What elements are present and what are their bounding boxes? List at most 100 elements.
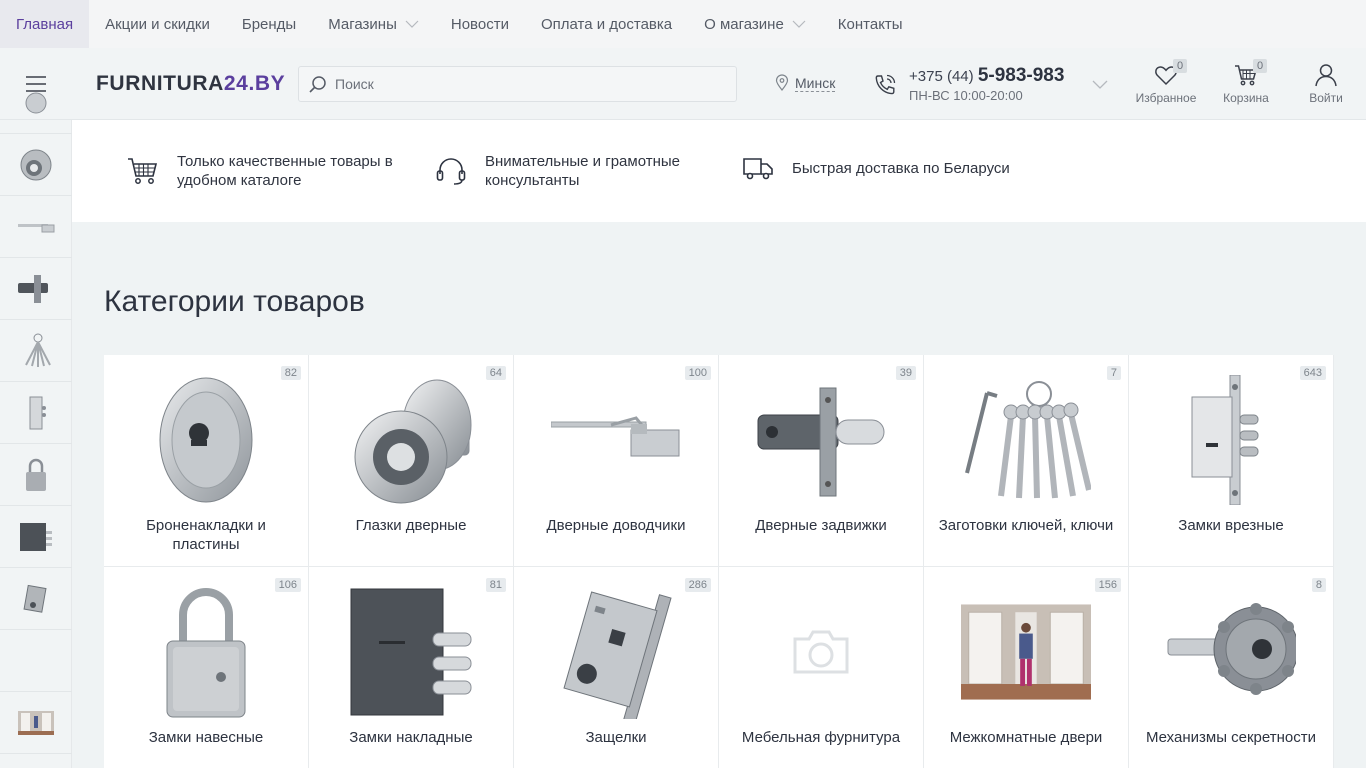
user-icon — [1315, 64, 1337, 87]
category-name: Замки навесные — [148, 729, 264, 746]
category-count: 8 — [1311, 578, 1326, 592]
door-bolt-icon — [756, 373, 886, 507]
door-viewer-icon — [25, 92, 47, 113]
keys-icon — [961, 373, 1091, 507]
sidebar-item-door-bolt[interactable] — [0, 258, 72, 320]
search-box — [298, 66, 737, 102]
nav-label: Оплата и доставка — [540, 15, 673, 33]
interior-doors-icon — [18, 710, 54, 735]
category-name: Заготовки ключей, ключи — [938, 517, 1114, 534]
nav-label: Новости — [450, 15, 509, 33]
door-closer-icon — [551, 373, 681, 507]
category-name: Защелки — [585, 729, 647, 746]
nav-label: Бренды — [241, 15, 297, 33]
chevron-down-icon[interactable] — [1090, 74, 1110, 94]
padlock-icon — [26, 458, 46, 491]
category-count: 100 — [684, 366, 711, 380]
nav-label: О магазине — [704, 15, 784, 33]
sidebar-item-padlock[interactable] — [0, 444, 72, 506]
category-name: Глазки дверные — [355, 517, 467, 534]
phone-icon — [875, 74, 896, 95]
city-selector[interactable]: Минск — [773, 74, 836, 92]
nav-item-brands[interactable]: Бренды — [226, 0, 312, 48]
category-card[interactable]: Мебельная фурнитура — [719, 567, 924, 768]
features-strip: Только качественные товары в удобном кат… — [72, 120, 1366, 222]
rim-lock-icon — [346, 585, 476, 719]
login-label: Войти — [1309, 91, 1343, 105]
logo-main: FURNITURA — [96, 72, 224, 95]
category-name: Броненакладки и пластины — [146, 517, 266, 553]
logo-accent: 24.BY — [223, 72, 286, 95]
category-card[interactable]: 64 Глазки дверные — [309, 355, 514, 567]
sidebar-item-door-viewer[interactable] — [0, 134, 72, 196]
sidebar-item-keys[interactable] — [0, 320, 72, 382]
door-closer-icon — [18, 223, 55, 232]
category-card[interactable]: 643 Замки врезные — [1129, 355, 1334, 567]
category-count: 39 — [895, 366, 916, 380]
nav-label: Главная — [16, 15, 74, 33]
nav-item-promotions[interactable]: Акции и скидки — [89, 0, 226, 48]
search-icon[interactable] — [307, 73, 329, 95]
category-name: Замки накладные — [349, 729, 473, 746]
category-card[interactable]: 8 Механизмы секретности — [1129, 567, 1334, 768]
furniture-icon — [16, 641, 56, 681]
category-count: 81 — [485, 578, 506, 592]
search-input[interactable] — [335, 76, 715, 92]
nav-label: Контакты — [837, 15, 903, 33]
sidebar-item-rim-lock[interactable] — [0, 506, 72, 568]
category-card[interactable]: 81 Замки накладные — [309, 567, 514, 768]
headset-icon — [436, 158, 466, 185]
site-header: FURNITURA24.BY Минск +375 (44) 5-983-983… — [0, 48, 1366, 120]
category-name: Дверные задвижки — [755, 517, 887, 534]
nav-item-home[interactable]: Главная — [0, 0, 90, 48]
category-count: 82 — [280, 366, 301, 380]
nav-item-payment-delivery[interactable]: Оплата и доставка — [525, 0, 688, 48]
feature-delivery: Быстрая доставка по Беларуси — [742, 152, 1052, 184]
camera-placeholder-icon — [756, 585, 886, 719]
category-card[interactable]: 100 Дверные доводчики — [514, 355, 719, 567]
category-count: 286 — [684, 578, 711, 592]
cart-button[interactable]: 0 Корзина — [1206, 59, 1286, 108]
nav-label: Акции и скидки — [105, 15, 210, 33]
sidebar-item-furniture[interactable] — [0, 630, 72, 692]
working-hours: ПН-ВС 10:00-20:00 — [909, 88, 1023, 103]
category-card[interactable]: 106 Замки навесные — [104, 567, 309, 768]
nav-item-news[interactable]: Новости — [435, 0, 525, 48]
category-card[interactable]: 39 Дверные задвижки — [719, 355, 924, 567]
city-name: Минск — [795, 74, 836, 92]
sidebar-item-door-closer[interactable] — [0, 196, 72, 258]
category-card[interactable]: 286 Защелки — [514, 567, 719, 768]
category-name: Механизмы секретности — [1146, 729, 1316, 746]
logo[interactable]: FURNITURA24.BY — [96, 72, 285, 96]
category-count: 156 — [1094, 578, 1121, 592]
category-count: 7 — [1106, 366, 1121, 380]
login-button[interactable]: Войти — [1286, 62, 1366, 108]
cart-icon — [128, 158, 158, 184]
phone-block[interactable]: +375 (44) 5-983-983 ПН-ВС 10:00-20:00 — [909, 65, 1064, 103]
mortise-lock-icon — [29, 396, 46, 429]
phone-number: 5-983-983 — [977, 65, 1065, 86]
nav-item-contacts[interactable]: Контакты — [822, 0, 919, 48]
category-card[interactable]: 7 Заготовки ключей, ключи — [924, 355, 1129, 567]
favorites-button[interactable]: 0 Избранное — [1126, 59, 1206, 108]
sidebar-item[interactable] — [0, 72, 72, 134]
chevron-down-icon — [405, 20, 419, 28]
lock-cylinder-icon — [1166, 585, 1296, 719]
sidebar-item-interior-doors[interactable] — [0, 692, 72, 754]
favorites-count-badge: 0 — [1173, 59, 1188, 73]
rim-lock-icon — [20, 522, 52, 551]
top-navigation: Главная Акции и скидки Бренды Магазины Н… — [0, 0, 1366, 48]
padlock-icon — [141, 585, 271, 719]
cart-count-badge: 0 — [1253, 59, 1268, 73]
category-sidebar — [0, 92, 72, 768]
armor-plate-icon — [141, 373, 271, 507]
category-name: Замки врезные — [1178, 517, 1284, 534]
sidebar-item-latch[interactable] — [0, 568, 72, 630]
category-card[interactable]: 82 Броненакладки и пластины — [104, 355, 309, 567]
sidebar-item-mortise-lock[interactable] — [0, 382, 72, 444]
nav-item-about[interactable]: О магазине — [688, 0, 822, 48]
nav-item-stores[interactable]: Магазины — [312, 0, 435, 48]
category-card[interactable]: 156 Межкомнатные двери — [924, 567, 1129, 768]
category-name: Мебельная фурнитура — [741, 729, 901, 746]
feature-quality: Только качественные товары в удобном кат… — [127, 152, 417, 190]
